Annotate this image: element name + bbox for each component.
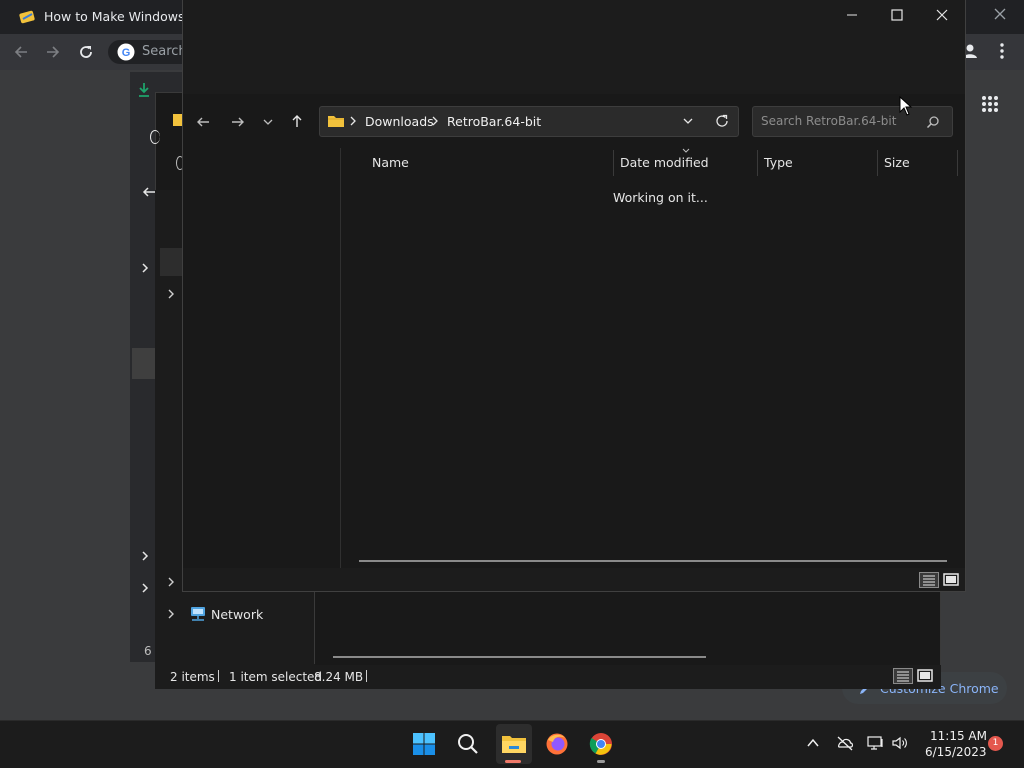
forward-arrow-icon[interactable]: [230, 114, 246, 130]
selected-nav-item: [160, 248, 182, 276]
mouse-cursor-icon: [899, 96, 913, 116]
column-separator[interactable]: [957, 150, 958, 176]
column-header-name[interactable]: Name: [372, 155, 409, 170]
maximize-icon[interactable]: [890, 8, 904, 22]
status-selection: 1 item selected: [229, 670, 323, 684]
start-icon[interactable]: [412, 732, 436, 756]
status-size: 8.24 MB: [314, 670, 364, 684]
circle-fragment-icon: [150, 130, 160, 144]
column-separator[interactable]: [613, 150, 614, 176]
column-header-date-modified[interactable]: Date modified: [620, 155, 709, 170]
horizontal-scrollbar[interactable]: [333, 656, 706, 658]
chrome-icon[interactable]: [589, 732, 613, 756]
chrome-close-icon[interactable]: [992, 6, 1008, 22]
chrome-menu-icon[interactable]: [998, 42, 1006, 60]
svg-text:G: G: [122, 47, 131, 59]
search-icon[interactable]: [456, 732, 480, 756]
google-apps-icon[interactable]: [981, 95, 999, 113]
onedrive-offline-icon[interactable]: [836, 735, 854, 751]
large-icons-view-icon[interactable]: [942, 572, 960, 588]
details-view-icon[interactable]: [893, 668, 913, 684]
active-app-indicator: [505, 760, 521, 763]
pane-divider: [340, 148, 341, 568]
navigation-pane: [183, 148, 339, 568]
recent-locations-chevron-icon[interactable]: [262, 116, 274, 128]
large-icons-view-icon[interactable]: [916, 668, 934, 684]
tab-favicon-icon: [19, 9, 37, 25]
column-header-type[interactable]: Type: [764, 155, 793, 170]
search-icon[interactable]: [926, 115, 940, 129]
details-view-icon[interactable]: [919, 572, 939, 588]
omnibox-placeholder: Search: [142, 44, 187, 59]
google-g-icon: G: [117, 43, 135, 61]
chrome-forward-icon[interactable]: [44, 43, 62, 61]
status-bar: [183, 568, 965, 591]
selected-row-highlight: [132, 348, 156, 379]
clock-time[interactable]: 11:15 AM: [930, 729, 987, 743]
show-hidden-icons-chevron-icon[interactable]: [806, 737, 820, 749]
horizontal-scrollbar[interactable]: [359, 560, 947, 562]
refresh-icon[interactable]: [714, 113, 730, 129]
chrome-reload-icon[interactable]: [77, 43, 95, 61]
expand-chevron-icon[interactable]: [166, 608, 176, 620]
breadcrumb-separator-icon[interactable]: [349, 116, 357, 126]
status-separator: [366, 670, 367, 682]
address-dropdown-icon[interactable]: [682, 115, 694, 127]
firefox-icon[interactable]: [545, 732, 569, 756]
expand-chevron-icon[interactable]: [140, 550, 150, 562]
status-item-count: 2 items: [170, 670, 215, 684]
breadcrumb-downloads[interactable]: Downloads: [365, 114, 434, 129]
breadcrumb-retrobar[interactable]: RetroBar.64-bit: [447, 114, 541, 129]
expand-chevron-icon[interactable]: [140, 262, 150, 274]
up-arrow-icon[interactable]: [289, 113, 305, 129]
expand-chevron-icon[interactable]: [166, 288, 176, 300]
minimize-icon[interactable]: [845, 8, 859, 22]
close-icon[interactable]: [935, 8, 949, 22]
chrome-back-icon[interactable]: [12, 43, 30, 61]
back-arrow-icon[interactable]: [195, 114, 211, 130]
clock-date[interactable]: 6/15/2023: [925, 745, 987, 759]
notification-badge[interactable]: 1: [988, 736, 1003, 751]
expand-chevron-icon[interactable]: [140, 582, 150, 594]
sort-indicator-icon: [681, 148, 691, 154]
search-placeholder: Search RetroBar.64-bit: [761, 114, 897, 128]
column-separator[interactable]: [877, 150, 878, 176]
folder-icon: [327, 113, 345, 129]
file-explorer-icon[interactable]: [501, 732, 527, 756]
column-separator[interactable]: [757, 150, 758, 176]
expand-chevron-icon[interactable]: [166, 576, 176, 588]
network-icon: [189, 606, 207, 622]
loading-message: Working on it...: [613, 190, 708, 205]
chrome-tab-title[interactable]: How to Make Windows 11: [44, 9, 204, 24]
volume-icon[interactable]: [891, 735, 909, 751]
status-separator: [218, 670, 219, 682]
download-icon: [137, 82, 151, 98]
network-status-icon[interactable]: [867, 735, 885, 751]
breadcrumb-separator-icon[interactable]: [431, 116, 439, 126]
running-app-indicator: [597, 760, 605, 763]
nav-item-network[interactable]: Network: [211, 607, 263, 622]
column-header-size[interactable]: Size: [884, 155, 910, 170]
pane-divider: [314, 592, 315, 664]
